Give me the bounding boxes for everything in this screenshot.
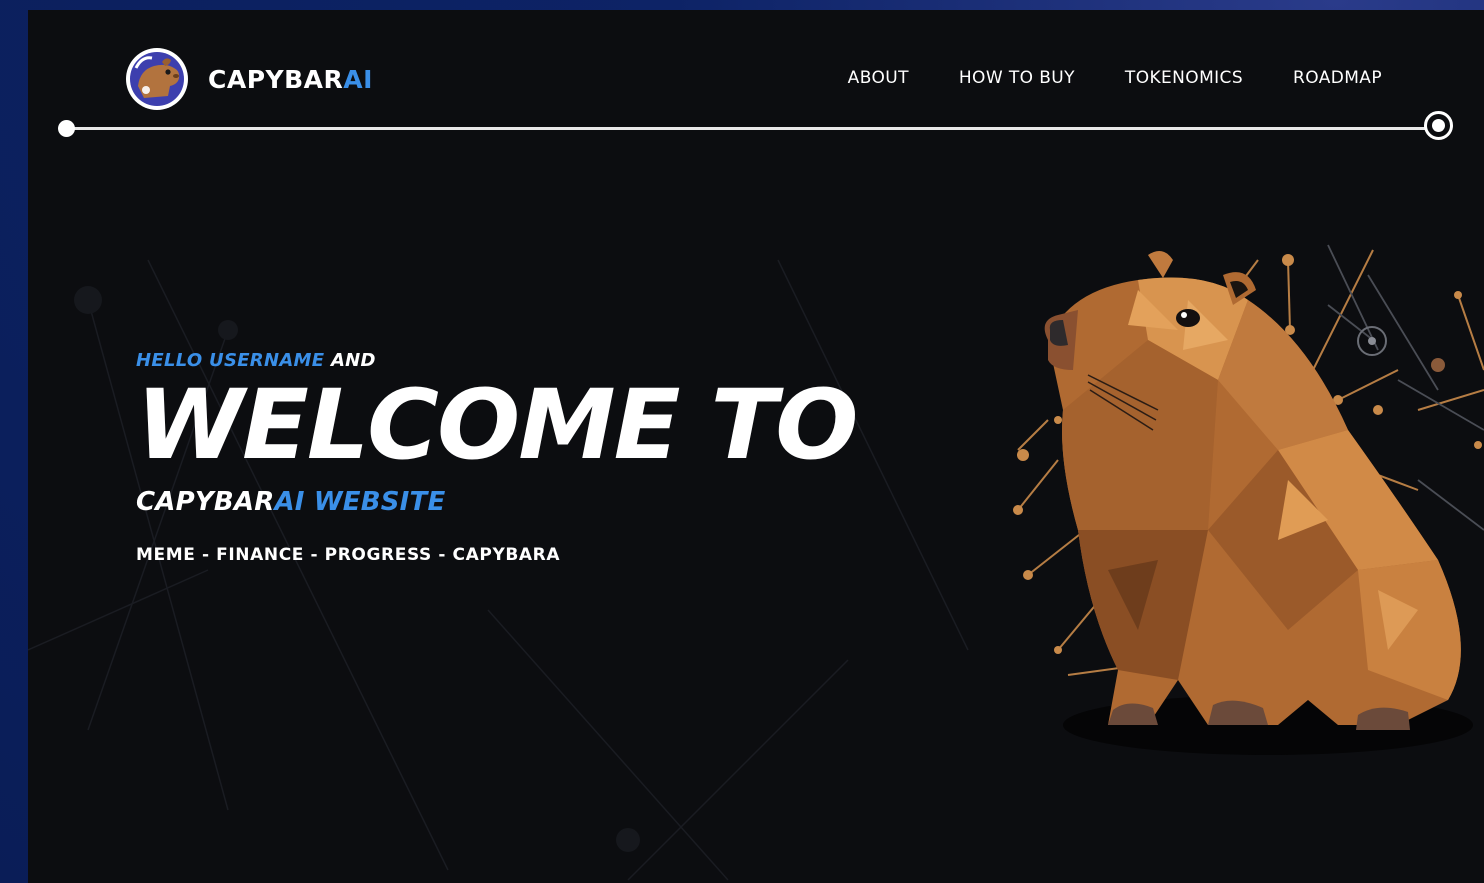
brand-logo[interactable]: CAPYBARAI	[124, 46, 373, 112]
nav-tokenomics[interactable]: TOKENOMICS	[1125, 68, 1243, 88]
hero-section: HELLO USERNAME AND WELCOME TO CAPYBARAI …	[136, 350, 858, 565]
brand-name-main: CAPYBAR	[208, 64, 344, 94]
hero-headline: WELCOME TO	[136, 369, 858, 481]
divider-end-ring-icon	[1424, 111, 1453, 140]
brand-name-accent: AI	[343, 64, 373, 94]
capybara-logo-icon	[126, 48, 188, 110]
main-nav: ABOUT HOW TO BUY TOKENOMICS ROADMAP	[848, 68, 1382, 88]
nav-about[interactable]: ABOUT	[848, 68, 909, 88]
hero-subheadline: CAPYBARAI WEBSITE	[136, 487, 842, 517]
subheadline-main: CAPYBAR	[136, 487, 275, 517]
divider-start-dot	[58, 120, 75, 137]
brand-name: CAPYBARAI	[208, 65, 373, 94]
capybara-illustration	[1013, 244, 1484, 755]
nav-how-to-buy[interactable]: HOW TO BUY	[959, 68, 1075, 88]
header-divider-line	[66, 127, 1446, 130]
greeting-and: AND	[324, 350, 376, 371]
nav-roadmap[interactable]: ROADMAP	[1293, 68, 1382, 88]
subheadline-accent: AI WEBSITE	[274, 487, 446, 517]
hero-greeting: HELLO USERNAME AND	[136, 350, 842, 371]
page-background: CAPYBARAI ABOUT HOW TO BUY TOKENOMICS RO…	[0, 0, 1484, 883]
hero-tagline: MEME - FINANCE - PROGRESS - CAPYBARA	[136, 545, 561, 565]
site-frame: CAPYBARAI ABOUT HOW TO BUY TOKENOMICS RO…	[28, 10, 1484, 883]
greeting-username: HELLO USERNAME	[136, 350, 325, 371]
